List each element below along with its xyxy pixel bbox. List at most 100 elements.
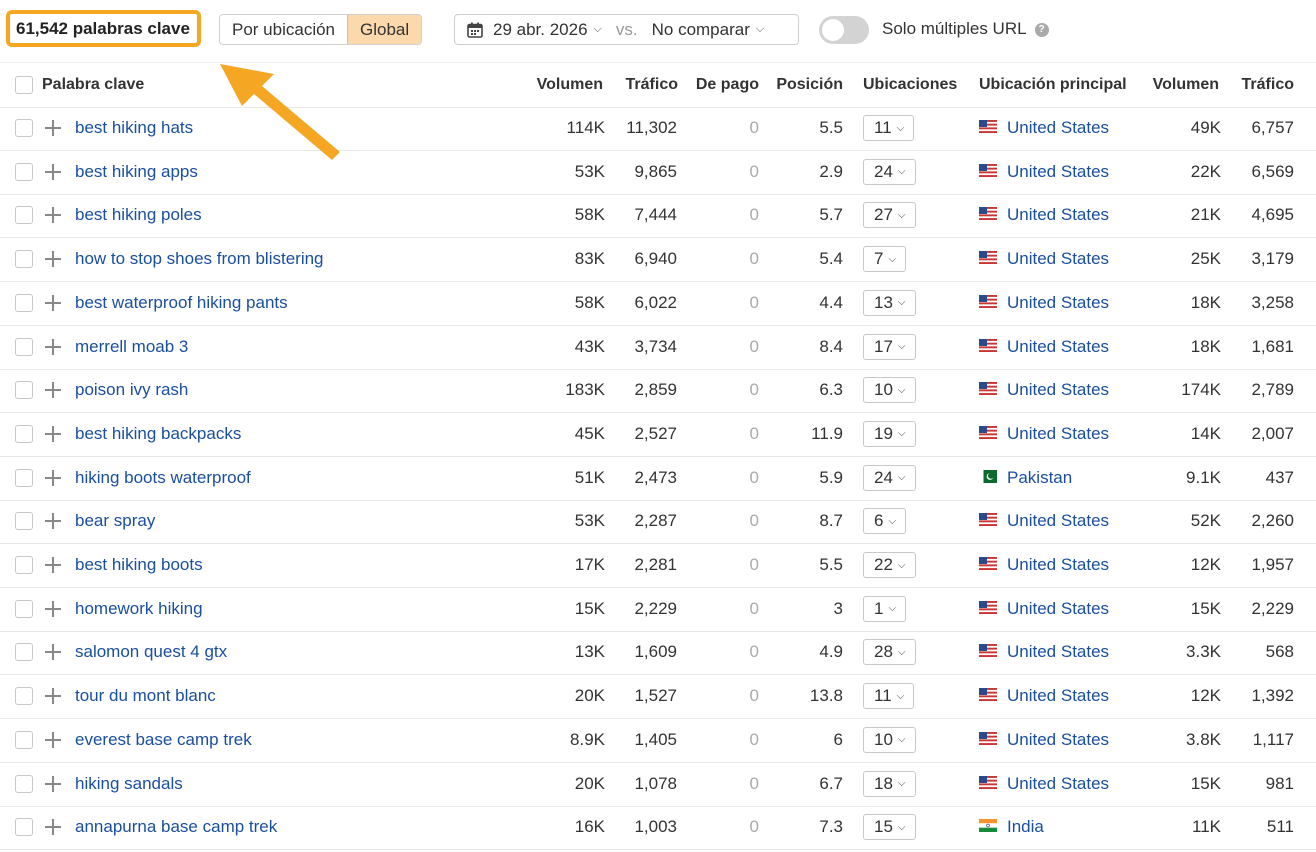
- main-location-link[interactable]: United States: [1007, 543, 1109, 587]
- main-location-link[interactable]: India: [1007, 805, 1044, 849]
- col-locations[interactable]: Ubicaciones: [863, 63, 957, 107]
- keyword-link[interactable]: merrell moab 3: [75, 325, 188, 369]
- main-location-link[interactable]: United States: [1007, 412, 1109, 456]
- row-checkbox[interactable]: [15, 512, 33, 531]
- multiple-url-toggle[interactable]: [819, 16, 869, 44]
- plus-icon[interactable]: [45, 775, 61, 792]
- keyword-link[interactable]: bear spray: [75, 499, 155, 543]
- plus-icon[interactable]: [45, 513, 61, 530]
- col-keyword[interactable]: Palabra clave: [42, 63, 144, 107]
- keyword-link[interactable]: best hiking boots: [75, 543, 203, 587]
- by-location-option[interactable]: Por ubicación: [220, 15, 347, 44]
- locations-dropdown[interactable]: 10 ⌵: [863, 377, 916, 404]
- keyword-link[interactable]: best hiking apps: [75, 150, 198, 194]
- locations-dropdown[interactable]: 15 ⌵: [863, 814, 916, 841]
- keyword-link[interactable]: salomon quest 4 gtx: [75, 630, 227, 674]
- main-location-link[interactable]: United States: [1007, 499, 1109, 543]
- col-volume-main[interactable]: Volumen: [1153, 63, 1219, 107]
- row-checkbox[interactable]: [15, 119, 33, 137]
- row-checkbox[interactable]: [15, 599, 33, 618]
- keyword-link[interactable]: poison ivy rash: [75, 368, 188, 412]
- locations-dropdown[interactable]: 24 ⌵: [863, 158, 916, 185]
- row-checkbox[interactable]: [15, 424, 33, 443]
- col-traffic[interactable]: Tráfico: [626, 63, 678, 107]
- main-location-link[interactable]: United States: [1007, 587, 1109, 631]
- main-location-link[interactable]: United States: [1007, 674, 1109, 718]
- row-checkbox[interactable]: [15, 687, 33, 706]
- row-checkbox[interactable]: [15, 818, 33, 837]
- main-location-link[interactable]: United States: [1007, 150, 1109, 194]
- locations-dropdown[interactable]: 17 ⌵: [863, 333, 916, 360]
- locations-dropdown[interactable]: 22 ⌵: [863, 552, 916, 578]
- keyword-link[interactable]: hiking sandals: [75, 762, 183, 806]
- locations-dropdown[interactable]: 27 ⌵: [863, 202, 916, 229]
- main-location-link[interactable]: United States: [1007, 762, 1109, 806]
- select-all-checkbox[interactable]: [15, 76, 33, 94]
- keyword-link[interactable]: homework hiking: [75, 587, 203, 631]
- row-checkbox[interactable]: [15, 250, 33, 269]
- main-location-link[interactable]: Pakistan: [1007, 456, 1072, 500]
- locations-dropdown[interactable]: 10 ⌵: [863, 726, 916, 753]
- col-traffic-main[interactable]: Tráfico: [1242, 63, 1294, 107]
- plus-icon[interactable]: [45, 644, 61, 661]
- help-icon[interactable]: ?: [1034, 22, 1049, 37]
- main-location-link[interactable]: United States: [1007, 325, 1109, 369]
- keyword-link[interactable]: hiking boots waterproof: [75, 456, 251, 500]
- keyword-link[interactable]: best hiking backpacks: [75, 412, 241, 456]
- col-main-location[interactable]: Ubicación principal: [979, 63, 1127, 107]
- keyword-link[interactable]: best hiking hats: [75, 106, 193, 150]
- main-location-link[interactable]: United States: [1007, 368, 1109, 412]
- row-checkbox[interactable]: [15, 643, 33, 662]
- locations-dropdown[interactable]: 11 ⌵: [863, 115, 915, 141]
- locations-dropdown[interactable]: 11 ⌵: [863, 683, 915, 710]
- keyword-link[interactable]: everest base camp trek: [75, 718, 252, 762]
- locations-dropdown[interactable]: 13 ⌵: [863, 289, 916, 316]
- locations-dropdown[interactable]: 28 ⌵: [863, 639, 916, 666]
- global-option[interactable]: Global: [347, 15, 422, 44]
- plus-icon[interactable]: [45, 120, 61, 136]
- row-checkbox[interactable]: [15, 293, 33, 312]
- locations-dropdown[interactable]: 18 ⌵: [863, 770, 916, 797]
- main-location-link[interactable]: United States: [1007, 193, 1109, 237]
- date-compare-picker[interactable]: 29 abr. 2026 ⌵ vs. No comparar ⌵: [454, 14, 799, 45]
- keyword-link[interactable]: tour du mont blanc: [75, 674, 216, 718]
- plus-icon[interactable]: [45, 251, 61, 268]
- row-checkbox[interactable]: [15, 162, 33, 181]
- keyword-link[interactable]: how to stop shoes from blistering: [75, 237, 324, 281]
- main-location-link[interactable]: United States: [1007, 718, 1109, 762]
- row-checkbox[interactable]: [15, 381, 33, 400]
- plus-icon[interactable]: [45, 731, 61, 748]
- keyword-link[interactable]: best waterproof hiking pants: [75, 281, 288, 325]
- row-checkbox[interactable]: [15, 337, 33, 356]
- col-paid[interactable]: De pago: [696, 63, 759, 107]
- plus-icon[interactable]: [45, 294, 61, 311]
- plus-icon[interactable]: [45, 207, 61, 224]
- plus-icon[interactable]: [45, 163, 61, 180]
- plus-icon[interactable]: [45, 469, 61, 486]
- main-location-link[interactable]: United States: [1007, 237, 1109, 281]
- col-position[interactable]: Posición: [776, 63, 843, 107]
- plus-icon[interactable]: [45, 688, 61, 705]
- plus-icon[interactable]: [45, 425, 61, 442]
- plus-icon[interactable]: [45, 382, 61, 399]
- plus-icon[interactable]: [45, 338, 61, 355]
- keyword-link[interactable]: annapurna base camp trek: [75, 805, 277, 849]
- row-checkbox[interactable]: [15, 730, 33, 749]
- keyword-link[interactable]: best hiking poles: [75, 193, 202, 237]
- row-checkbox[interactable]: [15, 774, 33, 793]
- plus-icon[interactable]: [45, 557, 61, 573]
- locations-dropdown[interactable]: 24 ⌵: [863, 464, 916, 491]
- plus-icon[interactable]: [45, 819, 61, 836]
- locations-dropdown[interactable]: 1 ⌵: [863, 595, 907, 622]
- plus-icon[interactable]: [45, 600, 61, 617]
- locations-dropdown[interactable]: 6 ⌵: [863, 508, 907, 535]
- row-checkbox[interactable]: [15, 206, 33, 225]
- locations-dropdown[interactable]: 7 ⌵: [863, 246, 907, 273]
- locations-dropdown[interactable]: 19 ⌵: [863, 420, 916, 447]
- main-location-link[interactable]: United States: [1007, 281, 1109, 325]
- main-location-link[interactable]: United States: [1007, 106, 1109, 150]
- col-volume[interactable]: Volumen: [537, 63, 603, 107]
- row-checkbox[interactable]: [15, 468, 33, 487]
- row-checkbox[interactable]: [15, 556, 33, 574]
- main-location-link[interactable]: United States: [1007, 630, 1109, 674]
